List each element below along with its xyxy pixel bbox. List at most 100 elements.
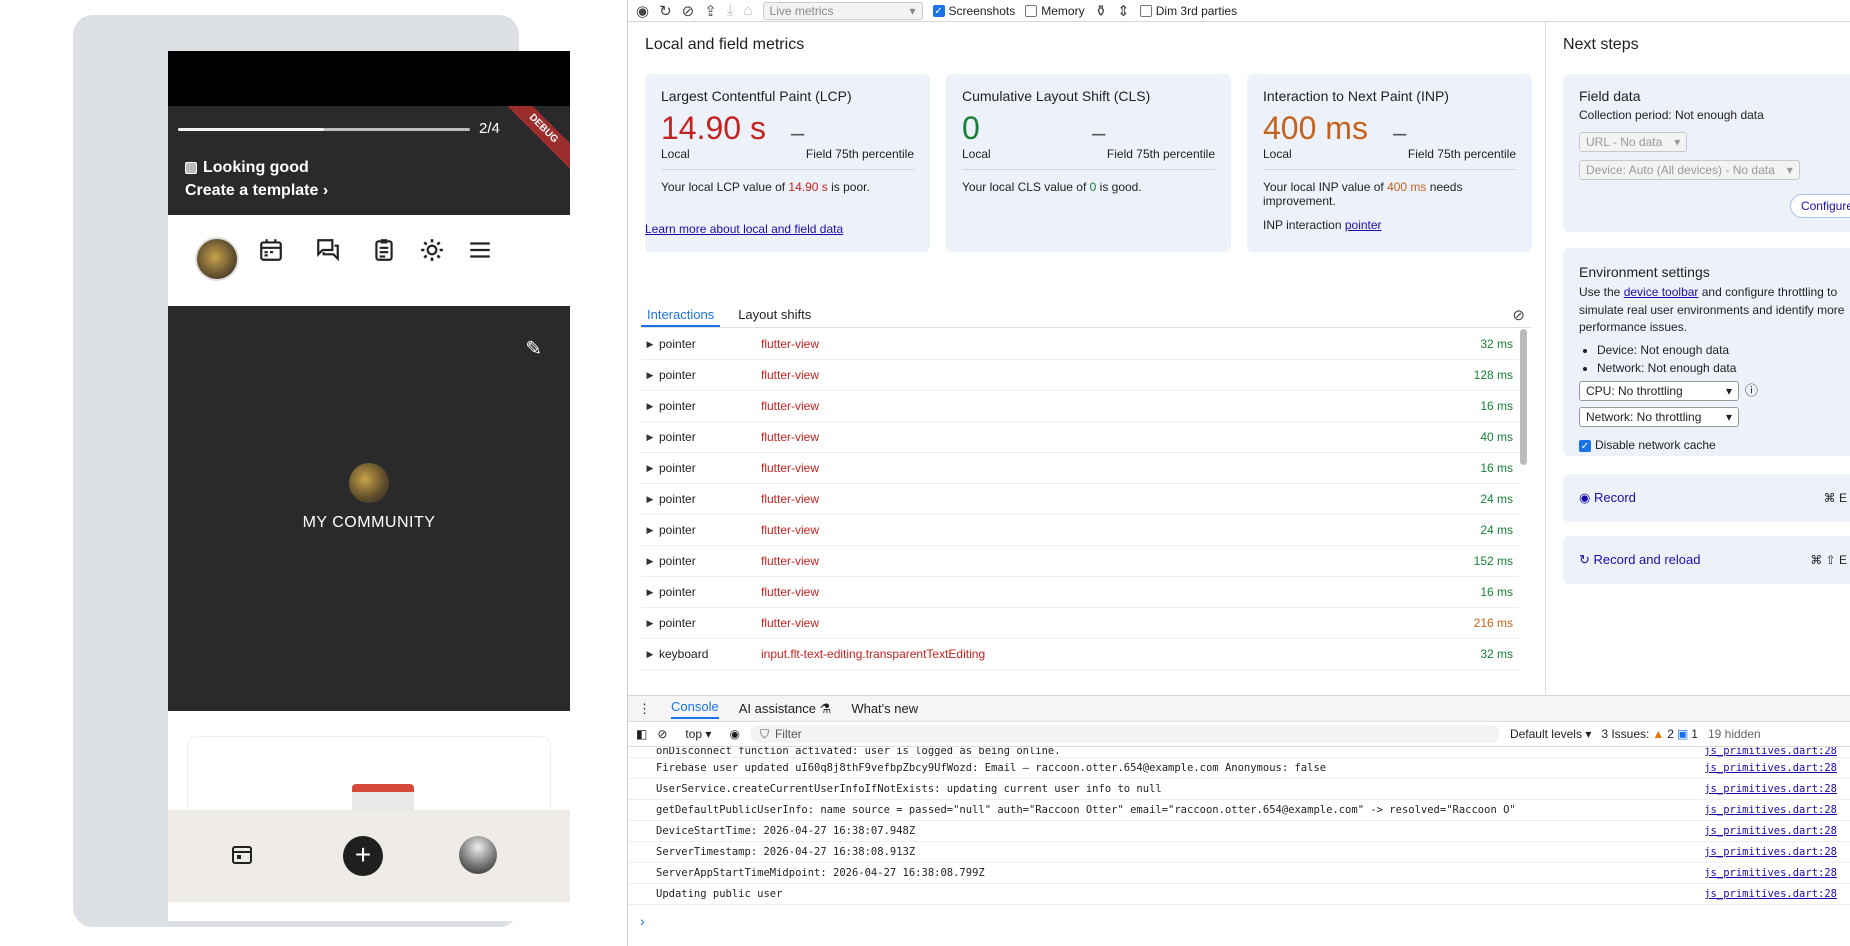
download-icon[interactable]: ⤓ [727,2,734,19]
interaction-element[interactable]: input.flt-text-editing.transparentTextEd… [761,647,1459,661]
expand-triangle-icon[interactable]: ▶ [641,618,659,629]
tab-ai-assistance[interactable]: AI assistance ⚗ [739,701,832,717]
sidebar-toggle-icon[interactable]: ◧ [636,727,647,741]
interaction-row[interactable]: ▶ pointer flutter-view 16 ms [641,577,1519,608]
interaction-row[interactable]: ▶ pointer flutter-view 16 ms [641,453,1519,484]
tab-whats-new[interactable]: What's new [851,701,918,716]
clipboard-icon[interactable] [371,237,397,263]
scrollbar[interactable] [1520,329,1528,664]
split-icon[interactable]: ⇕ [1117,2,1130,20]
eye-icon[interactable]: ◉ [729,727,739,741]
expand-triangle-icon[interactable]: ▶ [641,370,659,381]
info-icon[interactable]: ⓘ [1745,382,1758,401]
console-source-link[interactable]: js_primitives.dart:28 [1704,762,1837,774]
device-dropdown[interactable]: Device: Auto (All devices) - No data ▾ [1579,160,1800,180]
community-logo [349,463,389,503]
expand-triangle-icon[interactable]: ▶ [641,432,659,443]
community-avatar[interactable] [195,237,239,281]
live-metrics-select[interactable]: Live metrics ▾ [762,1,923,20]
tab-interactions[interactable]: Interactions [641,304,721,327]
record-button[interactable]: ◉ Record ⌘ E [1563,474,1850,522]
interaction-row[interactable]: ▶ keyboard input.flt-text-editing.transpar… [641,639,1519,670]
learn-more-link[interactable]: Learn more about local and field data [645,222,843,236]
calendar-icon[interactable] [258,237,284,263]
desc-text: is good. [1096,180,1142,194]
interaction-type: pointer [659,337,696,351]
interaction-element[interactable]: flutter-view [761,554,1459,568]
scrollbar-thumb[interactable] [1520,329,1527,465]
dim-3rd-checkbox[interactable]: Dim 3rd parties [1139,4,1237,18]
interaction-row[interactable]: ▶ pointer flutter-view 24 ms [641,515,1519,546]
console-prompt-icon[interactable]: › [640,913,645,929]
interaction-element[interactable]: flutter-view [761,492,1459,506]
clear-icon[interactable]: ⊘ [1512,306,1525,324]
clear-console-icon[interactable]: ⊘ [657,727,667,741]
interaction-row[interactable]: ▶ pointer flutter-view 16 ms [641,391,1519,422]
interaction-element[interactable]: flutter-view [761,616,1459,630]
device-toolbar-link[interactable]: device toolbar [1624,285,1699,299]
screenshots-checkbox[interactable]: ✓ Screenshots [932,4,1015,18]
log-levels-label: Default levels [1509,727,1582,741]
network-throttling-select[interactable]: Network: No throttling ▾ [1579,407,1739,428]
tab-layout-shifts[interactable]: Layout shifts [732,304,817,327]
log-levels-select[interactable]: Default levels ▾ [1510,727,1591,741]
upload-icon[interactable]: ⇪ [704,2,717,20]
expand-triangle-icon[interactable]: ▶ [641,649,659,660]
kebab-menu-icon[interactable]: ⋮ [638,701,651,717]
inp-interaction-link[interactable]: pointer [1345,218,1382,232]
memory-checkbox[interactable]: Memory [1025,4,1085,18]
configure-button[interactable]: Configure [1789,194,1850,218]
interaction-element[interactable]: flutter-view [761,337,1459,351]
console-source-link[interactable]: js_primitives.dart:28 [1704,804,1837,816]
console-source-link[interactable]: js_primitives.dart:28 [1704,783,1837,795]
gear-icon[interactable] [419,237,445,263]
expand-triangle-icon[interactable]: ▶ [641,401,659,412]
expand-triangle-icon[interactable]: ▶ [641,525,659,536]
edit-icon[interactable]: ✎ [525,336,542,361]
issues-counter[interactable]: 3 Issues: ▲ 2 ▣ 1 [1601,727,1698,741]
add-button[interactable]: + [343,836,383,876]
expand-triangle-icon[interactable]: ▶ [641,587,659,598]
interaction-row[interactable]: ▶ pointer flutter-view 216 ms [641,608,1519,639]
interaction-row[interactable]: ▶ pointer flutter-view 128 ms [641,360,1519,391]
forum-icon[interactable] [314,237,342,263]
cpu-throttling-select[interactable]: CPU: No throttling ▾ [1579,381,1739,402]
console-source-link[interactable]: js_primitives.dart:28 [1704,846,1837,858]
expand-triangle-icon[interactable]: ▶ [641,339,659,350]
console-source-link[interactable]: js_primitives.dart:28 [1704,825,1837,837]
url-dropdown[interactable]: URL - No data ▾ [1579,132,1688,152]
expand-triangle-icon[interactable]: ▶ [641,494,659,505]
interaction-element[interactable]: flutter-view [761,523,1459,537]
clear-icon[interactable]: ⊘ [682,2,695,20]
expand-triangle-icon[interactable]: ▶ [641,556,659,567]
console-source-link[interactable]: js_primitives.dart:28 [1704,888,1837,900]
create-template-link[interactable]: Create a template › [185,182,328,200]
reload-icon[interactable]: ↻ [659,2,672,20]
interaction-row[interactable]: ▶ pointer flutter-view 24 ms [641,484,1519,515]
record-reload-button[interactable]: ↻ Record and reload ⌘ ⇧ E [1563,536,1850,584]
tab-console[interactable]: Console [671,699,719,719]
interaction-row[interactable]: ▶ pointer flutter-view 152 ms [641,546,1519,577]
record-icon[interactable]: ◉ [636,2,649,20]
interaction-element[interactable]: flutter-view [761,399,1459,413]
interaction-element[interactable]: flutter-view [761,461,1459,475]
context-select[interactable]: top ▾ [677,727,719,741]
checklist-item[interactable]: Looking good [185,159,309,177]
filter-input[interactable]: ⛉ Filter [749,725,1500,743]
interaction-row[interactable]: ▶ pointer flutter-view 32 ms [641,329,1519,360]
event-card[interactable] [188,737,550,817]
expand-triangle-icon[interactable]: ▶ [641,463,659,474]
console-source-link[interactable]: js_primitives.dart:28 [1704,747,1837,757]
home-icon[interactable]: ⌂ [743,2,752,19]
console-source-link[interactable]: js_primitives.dart:28 [1704,867,1837,879]
disable-cache-checkbox[interactable]: ✓ Disable network cache [1579,437,1847,454]
interaction-row[interactable]: ▶ pointer flutter-view 40 ms [641,422,1519,453]
interaction-element[interactable]: flutter-view [761,368,1459,382]
interaction-element[interactable]: flutter-view [761,585,1459,599]
calendar-icon[interactable] [230,842,254,866]
url-dropdown-label: URL - No data [1586,135,1663,149]
broom-icon[interactable]: ⚱ [1095,2,1108,20]
interaction-element[interactable]: flutter-view [761,430,1459,444]
profile-avatar[interactable] [459,836,497,874]
menu-icon[interactable] [466,237,494,263]
